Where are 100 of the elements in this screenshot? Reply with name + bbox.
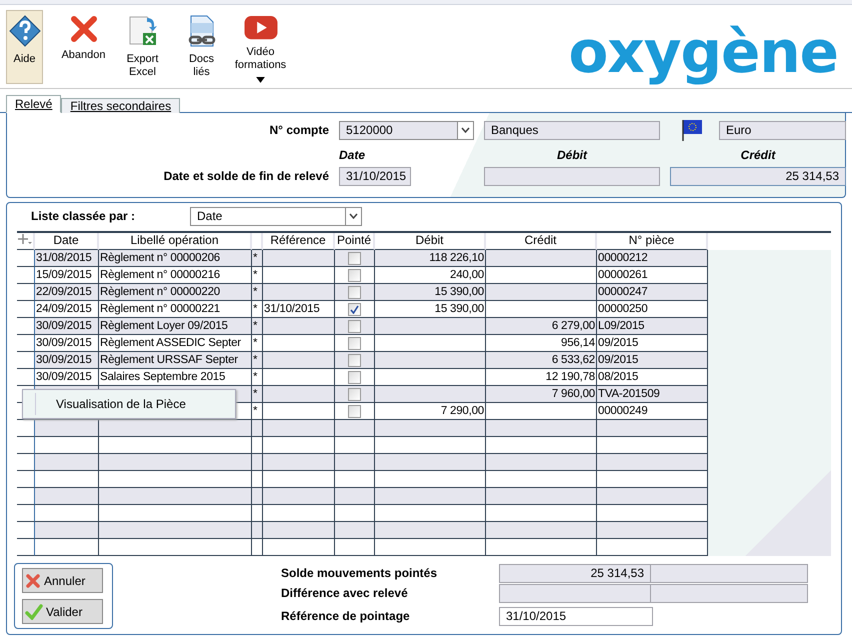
table-cell xyxy=(252,522,263,539)
table-cell: L09/2015 xyxy=(597,318,708,335)
table-cell xyxy=(35,522,99,539)
table-cell: 956,14 xyxy=(486,335,597,352)
table-cell: Règlement ASSEDIC Septer xyxy=(99,335,252,352)
row-header[interactable] xyxy=(17,437,35,454)
table-cell: 30/09/2015 xyxy=(35,318,99,335)
help-icon xyxy=(8,15,40,47)
action-button[interactable]: Annuler xyxy=(22,568,103,593)
row-header[interactable] xyxy=(17,369,35,386)
checkbox[interactable] xyxy=(348,370,361,384)
table-cell: 00000261 xyxy=(597,267,708,284)
row-header[interactable] xyxy=(17,352,35,369)
column-header[interactable]: Pointé xyxy=(335,233,375,250)
table-cell: 08/2015 xyxy=(597,369,708,386)
toolbar-button[interactable]: Aide xyxy=(6,10,43,84)
tab[interactable]: Filtres secondaires xyxy=(61,98,180,113)
row-header[interactable] xyxy=(17,318,35,335)
column-header[interactable]: Débit xyxy=(375,233,486,250)
row-header[interactable] xyxy=(17,488,35,505)
table-cell: * xyxy=(252,267,263,284)
checkbox[interactable] xyxy=(348,336,361,350)
table-cell: 15 390,00 xyxy=(375,284,486,301)
tab[interactable]: Relevé xyxy=(6,95,62,113)
table-cell: * xyxy=(252,250,263,267)
row-header[interactable] xyxy=(17,505,35,522)
table-cell: 00000250 xyxy=(597,301,708,318)
table-cell: * xyxy=(252,284,263,301)
row-header[interactable] xyxy=(17,267,35,284)
date-field[interactable]: 31/10/2015 xyxy=(339,166,411,186)
table-cell xyxy=(335,471,375,488)
column-header[interactable]: N° pièce xyxy=(597,233,708,250)
toolbar-button[interactable]: Export Excel xyxy=(116,10,169,84)
table-cell: Règlement Loyer 09/2015 xyxy=(99,318,252,335)
credit-field[interactable]: 25 314,53 xyxy=(670,166,846,186)
field-label: Date et solde de fin de relevé xyxy=(162,169,329,183)
column-header[interactable]: Crédit xyxy=(486,233,597,250)
column-header: Crédit xyxy=(740,148,777,164)
debit-field[interactable] xyxy=(484,166,660,186)
table-cell xyxy=(35,488,99,505)
row-header[interactable] xyxy=(17,454,35,471)
menu-item[interactable]: Visualisation de la Pièce xyxy=(35,393,186,415)
table-cell: * xyxy=(252,335,263,352)
row-header[interactable] xyxy=(17,539,35,556)
table-cell xyxy=(263,505,335,522)
checkbox[interactable] xyxy=(348,268,361,282)
checkbox[interactable] xyxy=(348,404,361,418)
table-cell xyxy=(252,471,263,488)
checkbox[interactable] xyxy=(348,320,361,332)
row-header[interactable] xyxy=(17,420,35,437)
row-header[interactable] xyxy=(17,471,35,488)
row-header[interactable] xyxy=(17,250,35,267)
toolbar-button[interactable]: Vidéo formations xyxy=(234,10,287,84)
sort-select[interactable]: Date xyxy=(190,206,362,226)
field-label: Référence de pointage xyxy=(281,609,411,623)
table-cell: 6 533,62 xyxy=(486,352,597,369)
column-header xyxy=(252,233,263,250)
field-label: Liste classée par : xyxy=(31,209,136,223)
flag-icon xyxy=(681,119,703,141)
table-cell xyxy=(263,488,335,505)
table-cell xyxy=(263,522,335,539)
account-select[interactable]: 5120000 xyxy=(339,120,474,140)
table-cell xyxy=(35,471,99,488)
table-cell xyxy=(252,454,263,471)
column-header[interactable]: Libellé opération xyxy=(99,233,252,250)
checkbox[interactable] xyxy=(348,286,361,298)
table-cell: 00000247 xyxy=(597,284,708,301)
table-cell xyxy=(263,539,335,556)
table-cell: 31/08/2015 xyxy=(35,250,99,267)
table-cell: 30/09/2015 xyxy=(35,369,99,386)
table-cell xyxy=(335,505,375,522)
cross-icon xyxy=(25,572,41,588)
toolbar-button[interactable]: Abandon xyxy=(57,10,110,84)
table-cell xyxy=(335,488,375,505)
table-cell: Règlement n° 00000220 xyxy=(99,284,252,301)
checkbox[interactable] xyxy=(348,388,361,400)
table-cell: Règlement n° 00000206 xyxy=(99,250,252,267)
table-cell: Règlement URSSAF Septer xyxy=(99,352,252,369)
column-header: Débit xyxy=(556,148,588,164)
reference-field[interactable]: 31/10/2015 xyxy=(499,606,653,626)
checkbox[interactable] xyxy=(348,354,361,366)
table-cell: 22/09/2015 xyxy=(35,284,99,301)
row-header[interactable] xyxy=(17,522,35,539)
check-icon xyxy=(25,604,43,620)
add-column-icon[interactable] xyxy=(17,233,35,250)
table-cell: 24/09/2015 xyxy=(35,301,99,318)
field-label: Différence avec relevé xyxy=(281,586,409,600)
row-header[interactable] xyxy=(17,335,35,352)
column-header[interactable]: Référence xyxy=(263,233,335,250)
toolbar-button[interactable]: Docs liés xyxy=(175,10,228,84)
chevron-down-icon xyxy=(461,127,470,133)
row-header[interactable] xyxy=(17,284,35,301)
row-header[interactable] xyxy=(17,301,35,318)
checkbox[interactable] xyxy=(348,302,361,316)
action-button[interactable]: Valider xyxy=(22,599,103,624)
table-cell xyxy=(252,505,263,522)
table-cell xyxy=(35,437,99,454)
table-cell: 00000212 xyxy=(597,250,708,267)
column-header[interactable]: Date xyxy=(35,233,99,250)
checkbox[interactable] xyxy=(348,252,361,264)
